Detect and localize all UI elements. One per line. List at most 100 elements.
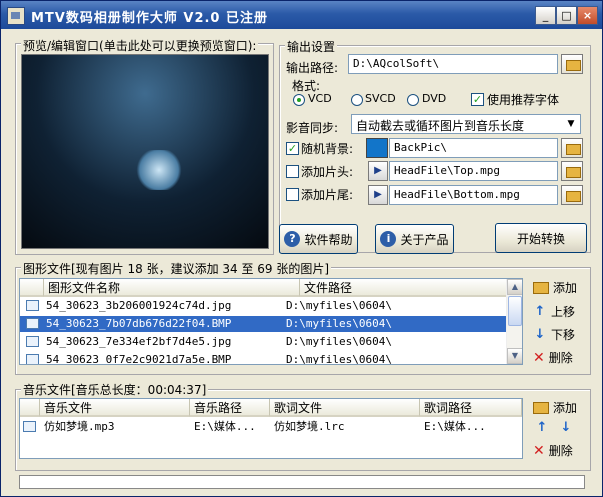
image-list-scrollbar[interactable]: ▲ ▼ [506,279,522,364]
music-col-file-header[interactable]: 音乐文件 [40,399,190,417]
format-vcd-label[interactable]: VCD [308,92,332,105]
arrow-down-icon: ↓ [534,326,546,342]
intro-play-button[interactable]: ▶ [368,161,388,181]
music-row-path: E:\媒体... [194,420,256,433]
scroll-up-icon[interactable]: ▲ [507,279,522,295]
image-row[interactable]: 54_30623_3b206001924c74d.jpg D:\myfiles\… [20,298,508,314]
outro-path-field[interactable]: HeadFile\Bottom.mpg [389,185,558,205]
music-col-lyric-path-header[interactable]: 歌词路径 [420,399,522,417]
image-row-name: 54_30623_7e334ef2bf7d4e5.jpg [46,335,232,348]
output-group-label: 输出设置 [285,38,338,55]
progress-bar [19,475,585,489]
music-row-file: 仿如梦境.mp3 [44,420,115,433]
delete-x-icon: ✕ [533,442,545,459]
format-vcd-radio[interactable] [293,94,305,106]
music-col-path-header[interactable]: 音乐路径 [190,399,270,417]
arrow-up-icon: ↑ [534,303,546,319]
music-section-label: 音乐文件[音乐总长度：00:04:37] [21,381,209,398]
image-list-header-blank [20,279,44,297]
format-svcd-radio[interactable] [351,94,363,106]
intro-path-field[interactable]: HeadFile\Top.mpg [389,161,558,181]
image-row-path: D:\myfiles\0604\ [286,299,392,312]
image-row-name: 54_30623_3b206001924c74d.jpg [46,299,232,312]
image-list[interactable]: 图形文件名称 文件路径 54_30623_3b206001924c74d.jpg… [19,278,523,365]
scroll-down-icon[interactable]: ▼ [507,348,522,364]
random-bg-checkbox[interactable]: ✓ [286,142,299,155]
image-move-up-button[interactable]: ↑ 上移 [533,303,575,320]
image-file-icon [26,318,39,329]
output-path-label: 输出路径: [286,61,339,75]
chevron-down-icon[interactable]: ▼ [563,116,579,132]
intro-browse-button[interactable] [561,161,583,181]
random-bg-label[interactable]: 随机背景: [301,140,353,157]
format-svcd-label[interactable]: SVCD [365,92,396,105]
image-row-name: 54_30623_0f7e2c9021d7a5e.BMP [46,353,232,365]
help-button[interactable]: ? 软件帮助 [279,224,358,254]
image-row-path: D:\myfiles\0604\ [286,317,392,330]
music-list[interactable]: 音乐文件 音乐路径 歌词文件 歌词路径 仿如梦境.mp3 E:\媒体... 仿如… [19,398,523,459]
window-title: MTV数码相册制作大师 V2.0 已注册 [31,11,269,26]
preview-image [134,150,184,190]
app-icon [7,7,25,25]
outro-play-button[interactable]: ▶ [368,185,388,205]
outro-label[interactable]: 添加片尾: [301,186,353,203]
folder-open-icon [533,401,549,414]
folder-icon [566,144,581,155]
recommend-font-checkbox[interactable]: ✓ [471,93,484,106]
folder-open-icon [533,281,549,294]
music-add-label: 添加 [553,401,578,415]
image-delete-button[interactable]: ✕ 删除 [533,349,573,366]
image-move-down-button[interactable]: ↓ 下移 [533,326,575,343]
start-convert-button[interactable]: 开始转换 [495,223,587,253]
music-delete-label: 删除 [548,444,573,458]
music-list-header-blank [20,399,40,417]
music-add-button[interactable]: 添加 [533,399,577,416]
intro-checkbox[interactable] [286,165,299,178]
title-bar[interactable]: MTV数码相册制作大师 V2.0 已注册 _ □ × [1,1,602,29]
image-row[interactable]: 54_30623_0f7e2c9021d7a5e.BMP D:\myfiles\… [20,352,508,365]
sync-label: 影音同步: [286,121,339,135]
output-path-field[interactable]: D:\AQcolSoft\ [348,54,558,74]
music-delete-button[interactable]: ✕ 删除 [533,442,573,459]
music-col-lyric-header[interactable]: 歌词文件 [270,399,420,417]
preview-label[interactable]: 预览/编辑窗口(单击此处可以更换预览窗口): [21,37,259,54]
sync-select-value: 自动截去或循环图片到音乐长度 [356,119,525,133]
image-add-button[interactable]: 添加 [533,279,577,296]
about-button[interactable]: i 关于产品 [375,224,454,254]
format-dvd-label[interactable]: DVD [422,92,446,105]
sync-select[interactable]: 自动截去或循环图片到音乐长度 ▼ [351,114,581,134]
info-icon: i [380,231,397,247]
image-col-path-header[interactable]: 文件路径 [300,279,508,297]
intro-label[interactable]: 添加片头: [301,163,353,180]
outro-checkbox[interactable] [286,188,299,201]
image-row-selected[interactable]: 54_30623_7b07db676d22f04.BMP D:\myfiles\… [20,316,508,332]
music-move-buttons: ↑ ↓ [535,421,573,435]
minimize-button[interactable]: _ [535,6,556,25]
maximize-button[interactable]: □ [556,6,577,25]
about-button-label: 关于产品 [400,232,449,247]
music-file-icon [23,421,36,432]
outro-browse-button[interactable] [561,185,583,205]
arrow-down-icon[interactable]: ↓ [559,421,573,435]
folder-icon [566,167,581,178]
scroll-thumb[interactable] [508,296,522,326]
help-icon: ? [284,231,301,247]
image-add-label: 添加 [553,281,578,295]
output-path-browse-button[interactable] [561,54,583,74]
close-button[interactable]: × [577,6,598,25]
image-row-path: D:\myfiles\0604\ [286,335,392,348]
help-button-label: 软件帮助 [304,232,353,247]
image-col-name-header[interactable]: 图形文件名称 [44,279,300,297]
format-dvd-radio[interactable] [407,94,419,106]
arrow-up-icon[interactable]: ↑ [535,421,549,435]
bg-browse-button[interactable] [561,138,583,158]
bg-path-field[interactable]: BackPic\ [389,138,558,158]
recommend-font-label[interactable]: 使用推荐字体 [487,91,559,108]
image-file-icon [26,354,39,364]
preview-window[interactable] [21,54,269,249]
image-row[interactable]: 54_30623_7e334ef2bf7d4e5.jpg D:\myfiles\… [20,334,508,350]
image-move-down-label: 下移 [551,328,576,342]
music-row[interactable]: 仿如梦境.mp3 E:\媒体... 仿如梦境.lrc E:\媒体... [20,419,522,435]
music-row-lyric-path: E:\媒体... [424,420,486,433]
bg-color-swatch[interactable] [366,138,388,158]
